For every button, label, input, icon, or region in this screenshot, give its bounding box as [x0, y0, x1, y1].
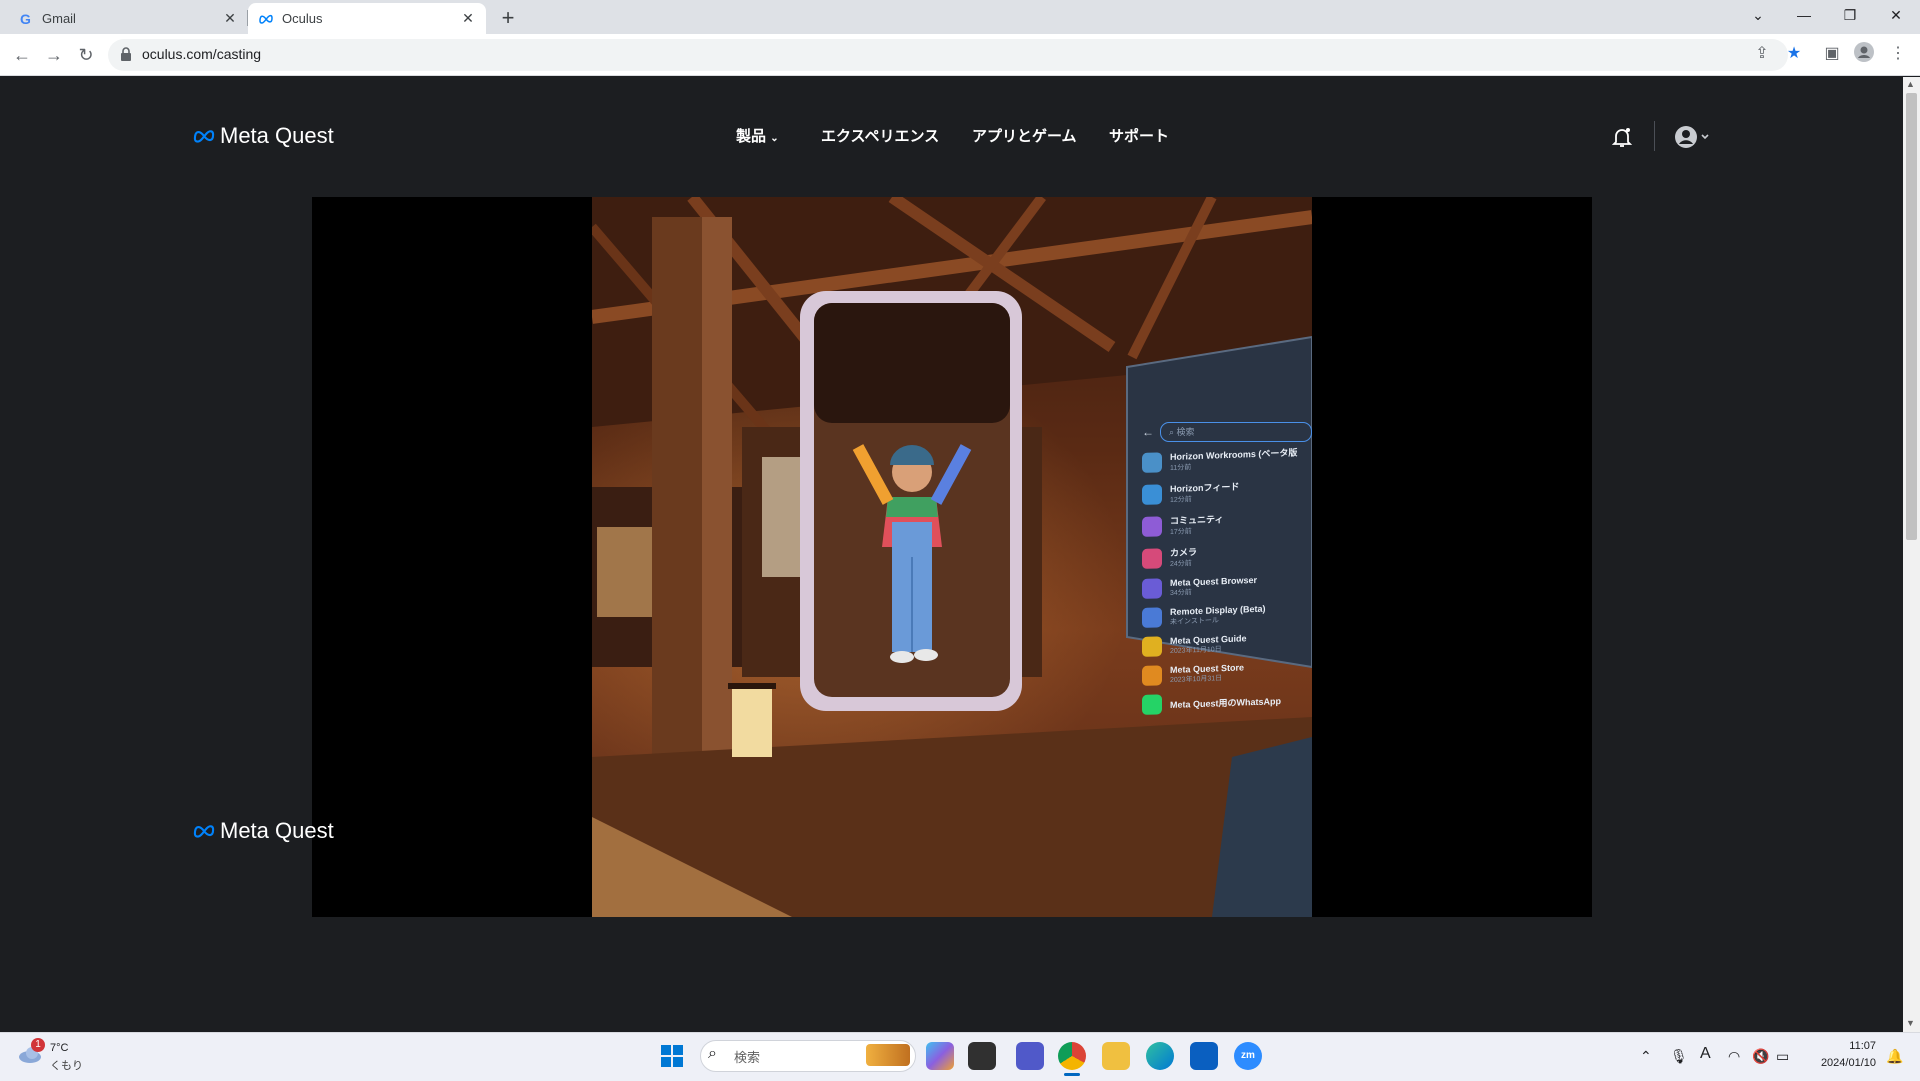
- tab-search-icon[interactable]: ⌄: [1735, 0, 1781, 30]
- vr-app-item: コミュニティ 17分前: [1142, 509, 1312, 538]
- weather-description[interactable]: くもり: [50, 1057, 83, 1073]
- zoom-icon[interactable]: zm: [1234, 1042, 1262, 1070]
- side-panel-icon[interactable]: ▣: [1820, 42, 1844, 66]
- search-icon: ⌕: [708, 1045, 717, 1062]
- speaker-muted-icon[interactable]: 🔇: [1752, 1048, 1769, 1065]
- new-tab-button[interactable]: +: [494, 4, 522, 32]
- vr-app-item: Horizonフィード 12分前: [1142, 477, 1312, 506]
- search-icon: ⌕: [1169, 427, 1177, 437]
- app-icon: [1142, 636, 1162, 657]
- task-view-icon[interactable]: [968, 1042, 996, 1070]
- vr-search-field: ⌕ 検索: [1160, 422, 1312, 442]
- svg-text:G: G: [20, 11, 31, 27]
- edge-icon[interactable]: [1146, 1042, 1174, 1070]
- tab-title: Gmail: [42, 11, 76, 26]
- restore-button[interactable]: ❐: [1827, 0, 1873, 30]
- close-window-button[interactable]: ✕: [1873, 0, 1919, 30]
- vr-app-item: Meta Quest Guide 2023年11月10日: [1142, 631, 1312, 657]
- vr-app-item: Remote Display (Beta) 未インストール: [1142, 602, 1312, 628]
- page-content: Meta Quest 製品 ⌄ エクスペリエンス アプリとゲーム サポート ← …: [0, 77, 1903, 1032]
- vr-app-item: Meta Quest用のWhatsApp: [1142, 689, 1312, 715]
- meta-icon: [193, 825, 215, 838]
- back-arrow-icon: ←: [1142, 425, 1154, 439]
- active-app-indicator: [1064, 1073, 1080, 1076]
- nav-support[interactable]: サポート: [1109, 125, 1169, 146]
- url-text[interactable]: oculus.com/casting: [142, 46, 261, 62]
- tab-oculus[interactable]: Oculus ✕: [248, 3, 486, 34]
- meta-icon: [193, 130, 215, 143]
- tab-title: Oculus: [282, 11, 323, 26]
- weather-temperature[interactable]: 7°C: [50, 1042, 68, 1054]
- google-icon: G: [18, 11, 34, 27]
- copilot-icon[interactable]: [926, 1042, 954, 1070]
- clock-time[interactable]: 11:07: [1810, 1040, 1876, 1052]
- nav-experiences[interactable]: エクスペリエンス: [821, 125, 939, 146]
- vr-app-item: Meta Quest Store 2023年10月31日: [1142, 660, 1312, 686]
- notification-badge: 1: [31, 1038, 45, 1052]
- windows-start-icon[interactable]: [660, 1044, 684, 1068]
- app-icon: [1142, 515, 1162, 537]
- wifi-icon[interactable]: ◠: [1728, 1048, 1740, 1065]
- app-icon: [1142, 665, 1162, 686]
- teams-icon[interactable]: [1016, 1042, 1044, 1070]
- vr-app-item: Meta Quest Browser 34分前: [1142, 573, 1312, 599]
- show-hidden-icons[interactable]: ⌃: [1640, 1048, 1652, 1065]
- vr-app-list: ← ⌕ 検索 Horizon Workrooms (ベータ版 11分前 Horizo…: [1142, 422, 1312, 721]
- forward-icon[interactable]: →: [40, 41, 68, 69]
- battery-icon[interactable]: ▭: [1776, 1048, 1789, 1065]
- nav-label: 製品: [736, 128, 767, 145]
- tab-gmail[interactable]: G Gmail ✕: [8, 3, 248, 34]
- app-icon: [1142, 547, 1162, 569]
- header-divider: [1654, 121, 1655, 151]
- address-bar[interactable]: [108, 39, 1788, 71]
- app-icon: [1142, 578, 1162, 599]
- nav-apps-games[interactable]: アプリとゲーム: [972, 125, 1077, 146]
- windows-taskbar: [0, 1032, 1920, 1081]
- nav-products[interactable]: 製品 ⌄: [736, 125, 779, 146]
- lock-icon[interactable]: [120, 47, 132, 61]
- meta-quest-logo[interactable]: Meta Quest: [192, 123, 334, 149]
- profile-icon[interactable]: [1852, 42, 1876, 66]
- scroll-up-icon[interactable]: ▲: [1906, 79, 1915, 89]
- vr-app-item: カメラ 24分前: [1142, 541, 1312, 570]
- app-icon: [1142, 451, 1162, 473]
- footer-meta-quest-logo[interactable]: Meta Quest: [192, 818, 334, 844]
- back-icon[interactable]: ←: [8, 41, 36, 69]
- bell-icon[interactable]: [1610, 125, 1634, 149]
- chrome-icon[interactable]: [1058, 1042, 1086, 1070]
- scrollbar-thumb[interactable]: [1906, 93, 1917, 540]
- bookmark-star-icon[interactable]: ★: [1782, 42, 1806, 66]
- vr-search-placeholder: 検索: [1176, 427, 1195, 437]
- menu-kebab-icon[interactable]: ⋮: [1886, 42, 1910, 66]
- vr-app-item: Horizon Workrooms (ベータ版 11分前: [1142, 445, 1312, 474]
- minimize-button[interactable]: —: [1781, 0, 1827, 30]
- logo-text: Meta Quest: [220, 818, 334, 843]
- app-icon: [1142, 483, 1162, 505]
- clock-date[interactable]: 2024/01/10: [1810, 1057, 1876, 1069]
- share-icon[interactable]: ⇪: [1750, 42, 1774, 66]
- notification-bell-icon[interactable]: 🔔: [1886, 1048, 1903, 1065]
- microsoft-store-icon[interactable]: [1190, 1042, 1218, 1070]
- account-menu[interactable]: [1674, 124, 1714, 150]
- close-tab-icon[interactable]: ✕: [460, 10, 476, 27]
- search-highlight-image: [866, 1044, 910, 1066]
- taskbar-search-placeholder: 検索: [734, 1050, 761, 1065]
- app-name: Meta Quest用のWhatsApp: [1170, 695, 1282, 710]
- chevron-down-icon: ⌄: [770, 133, 779, 144]
- scroll-down-icon[interactable]: ▼: [1906, 1018, 1915, 1028]
- file-explorer-icon[interactable]: [1102, 1042, 1130, 1070]
- meta-icon: [258, 11, 274, 27]
- app-icon: [1142, 694, 1162, 715]
- close-tab-icon[interactable]: ✕: [222, 10, 238, 27]
- ime-indicator[interactable]: A: [1700, 1045, 1711, 1063]
- logo-text: Meta Quest: [220, 123, 334, 148]
- app-icon: [1142, 607, 1162, 628]
- reload-icon[interactable]: ↻: [72, 41, 100, 69]
- microphone-icon[interactable]: 🎙: [1670, 1048, 1688, 1065]
